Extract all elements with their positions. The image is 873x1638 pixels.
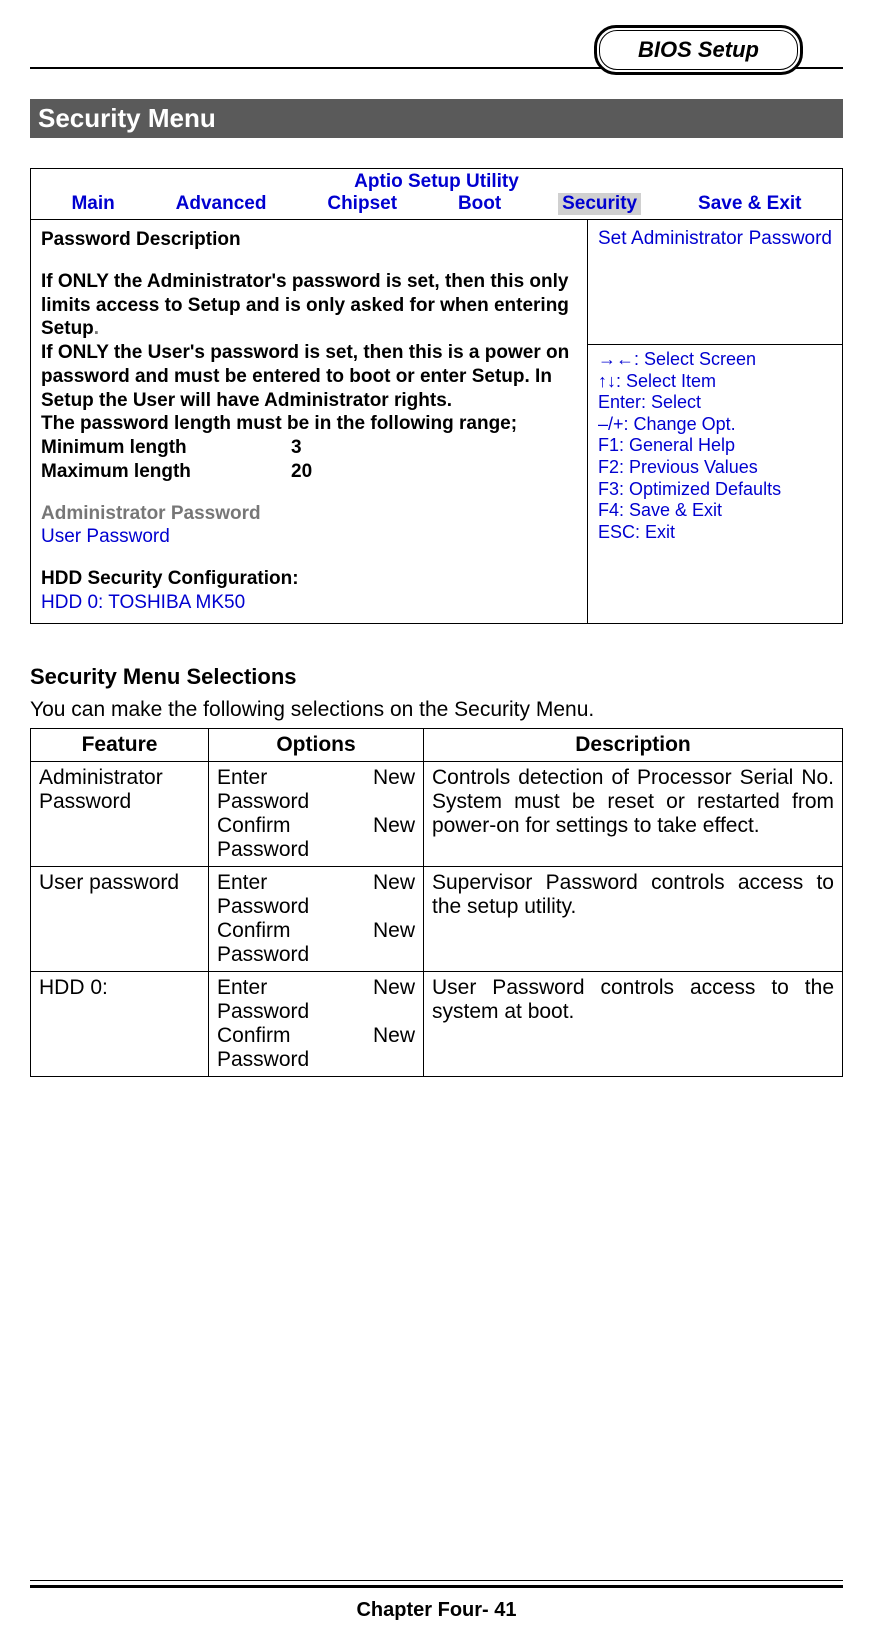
cell-options: Enter New Password Confirm New Password [209,971,424,1076]
nav-change-opt: –/+: Change Opt. [598,414,832,436]
header-box: BIOS Setup [594,25,803,75]
selections-table: Feature Options Description Administrato… [30,728,843,1077]
nav-f2: F2: Previous Values [598,457,832,479]
length-range-text: The password length must be in the follo… [41,412,577,436]
max-length-row: Maximum length20 [41,460,577,484]
bios-left-pane: Password Description If ONLY the Adminis… [31,220,587,623]
tab-main[interactable]: Main [67,193,118,215]
cell-feature: User password [31,866,209,971]
nav-f3: F3: Optimized Defaults [598,479,832,501]
nav-esc: ESC: Exit [598,522,832,544]
table-row: HDD 0: Enter New Password Confirm New Pa… [31,971,843,1076]
selections-heading: Security Menu Selections [30,664,843,690]
nav-enter: Enter: Select [598,392,832,414]
hdd-config-heading: HDD Security Configuration: [41,567,577,591]
tab-chipset[interactable]: Chipset [323,193,401,215]
nav-select-screen: →←: Select Screen [598,349,832,371]
table-row: Administrator Password Enter New Passwor… [31,761,843,866]
menu-item-user-password[interactable]: User Password [41,525,577,549]
user-only-text: If ONLY the User's password is set, then… [41,341,577,412]
section-bar: Security Menu [30,99,843,138]
cell-options: Enter New Password Confirm New Password [209,866,424,971]
min-length-row: Minimum length3 [41,436,577,460]
nav-f1: F1: General Help [598,435,832,457]
tab-boot[interactable]: Boot [454,193,505,215]
col-feature: Feature [31,728,209,761]
page-header-title: BIOS Setup [638,37,759,62]
cell-description: Supervisor Password controls access to t… [424,866,843,971]
selections-intro: You can make the following selections on… [30,698,843,722]
nav-f4: F4: Save & Exit [598,500,832,522]
cell-options: Enter New Password Confirm New Password [209,761,424,866]
footer-rule [30,1580,843,1588]
table-row: User password Enter New Password Confirm… [31,866,843,971]
footer-page-label: Chapter Four- 41 [0,1599,873,1622]
col-description: Description [424,728,843,761]
admin-only-text: If ONLY the Administrator's password is … [41,270,577,341]
menu-item-admin-password[interactable]: Administrator Password [41,502,577,526]
nav-select-item: ↑↓: Select Item [598,371,832,393]
cell-description: User Password controls access to the sys… [424,971,843,1076]
cell-feature: HDD 0: [31,971,209,1076]
col-options: Options [209,728,424,761]
bios-nav-hints: →←: Select Screen ↑↓: Select Item Enter:… [588,345,842,573]
cell-description: Controls detection of Processor Serial N… [424,761,843,866]
tab-security[interactable]: Security [558,193,641,215]
bios-panel: Aptio Setup Utility Main Advanced Chipse… [30,168,843,624]
bios-utility-title: Aptio Setup Utility [31,169,842,193]
tab-save-exit[interactable]: Save & Exit [694,193,806,215]
bios-help-text: Set Administrator Password [588,220,842,345]
bios-tabs: Main Advanced Chipset Boot Security Save… [31,193,842,220]
password-description-heading: Password Description [41,228,577,252]
cell-feature: Administrator Password [31,761,209,866]
tab-advanced[interactable]: Advanced [172,193,271,215]
menu-item-hdd0[interactable]: HDD 0: TOSHIBA MK50 [41,591,577,615]
